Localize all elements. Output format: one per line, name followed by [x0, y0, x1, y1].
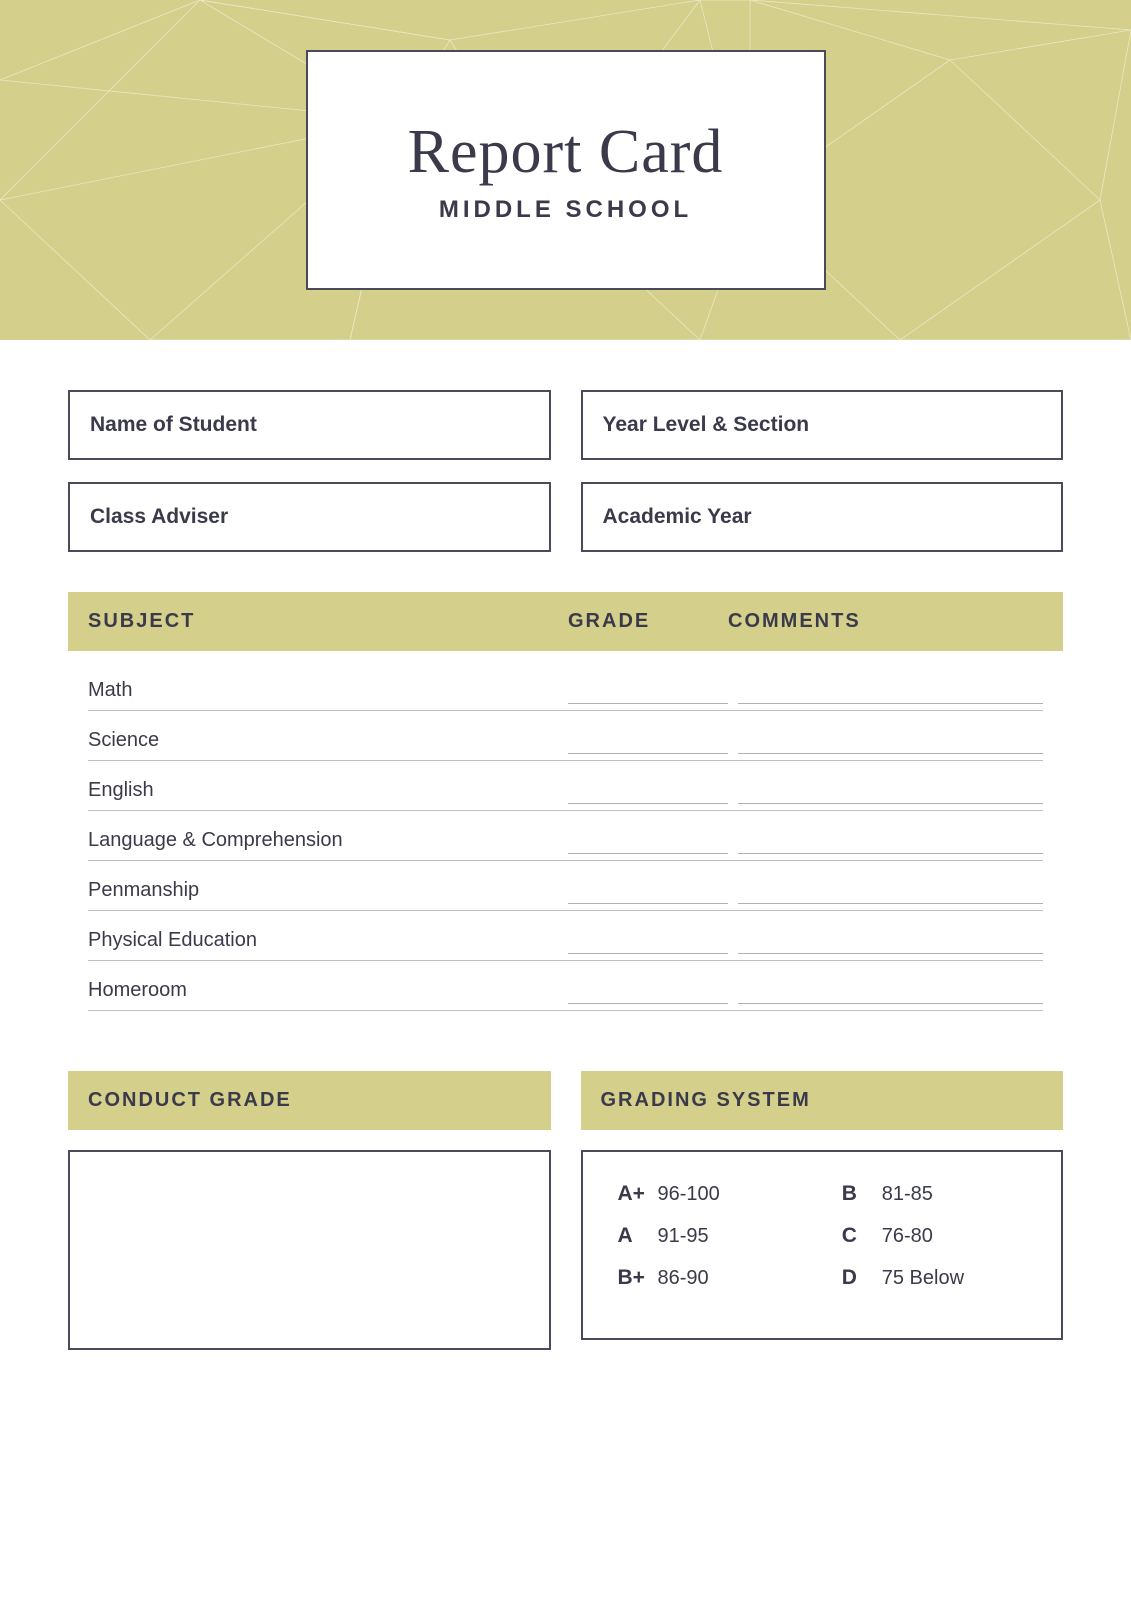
- grade-item-left: A+ 96-100: [618, 1182, 802, 1206]
- grade-item-right: D 75 Below: [842, 1266, 1026, 1290]
- year-level-field[interactable]: Year Level & Section: [581, 390, 1064, 460]
- subject-name: Science: [88, 729, 568, 754]
- comment-line[interactable]: [738, 884, 1043, 904]
- grading-section: GRADING SYSTEM A+ 96-100 B 81-85 A 91-95 C 76-8…: [581, 1071, 1064, 1350]
- student-name-field[interactable]: Name of Student: [68, 390, 551, 460]
- grading-row: A 91-95 C 76-80: [618, 1224, 1027, 1248]
- subject-row: Penmanship: [88, 861, 1043, 911]
- grade-range: 96-100: [658, 1183, 720, 1206]
- grade-range: 86-90: [658, 1267, 709, 1290]
- comment-line[interactable]: [738, 984, 1043, 1004]
- subject-name: Penmanship: [88, 879, 568, 904]
- main-content: Name of Student Year Level & Section Cla…: [0, 340, 1131, 1410]
- grade-item-right: B 81-85: [842, 1182, 1026, 1206]
- comment-line[interactable]: [738, 934, 1043, 954]
- report-card-title: Report Card: [408, 117, 724, 188]
- conduct-box[interactable]: [68, 1150, 551, 1350]
- grade-line[interactable]: [568, 684, 728, 704]
- grade-letter-2: B: [842, 1182, 870, 1206]
- grading-row: A+ 96-100 B 81-85: [618, 1182, 1027, 1206]
- subject-row: Science: [88, 711, 1043, 761]
- grading-box: A+ 96-100 B 81-85 A 91-95 C 76-80 B+ 86-90 D 75 Bel…: [581, 1150, 1064, 1340]
- comment-line[interactable]: [738, 834, 1043, 854]
- subject-name: Math: [88, 679, 568, 704]
- subject-name: Physical Education: [88, 929, 568, 954]
- grade-letter-2: C: [842, 1224, 870, 1248]
- grade-line[interactable]: [568, 734, 728, 754]
- col-grade: GRADE: [568, 610, 728, 633]
- grade-line[interactable]: [568, 784, 728, 804]
- conduct-section: CONDUCT GRADE: [68, 1071, 551, 1350]
- conduct-header: CONDUCT GRADE: [68, 1071, 551, 1130]
- subject-row: English: [88, 761, 1043, 811]
- grading-row: B+ 86-90 D 75 Below: [618, 1266, 1027, 1290]
- subject-row: Language & Comprehension: [88, 811, 1043, 861]
- grade-range: 91-95: [658, 1225, 709, 1248]
- subject-name: Homeroom: [88, 979, 568, 1004]
- grade-item-left: A 91-95: [618, 1224, 802, 1248]
- subject-name: Language & Comprehension: [88, 829, 568, 854]
- grade-letter: A+: [618, 1182, 646, 1206]
- subjects-table: Math Science English Language & Comprehensi…: [68, 651, 1063, 1021]
- academic-year-field[interactable]: Academic Year: [581, 482, 1064, 552]
- col-comments: COMMENTS: [728, 610, 1043, 633]
- comment-line[interactable]: [738, 734, 1043, 754]
- class-adviser-field[interactable]: Class Adviser: [68, 482, 551, 552]
- grade-letter: B+: [618, 1266, 646, 1290]
- subject-name: English: [88, 779, 568, 804]
- bottom-section: CONDUCT GRADE GRADING SYSTEM A+ 96-100 B 81…: [68, 1071, 1063, 1350]
- grade-letter: A: [618, 1224, 646, 1248]
- grade-item-left: B+ 86-90: [618, 1266, 802, 1290]
- grade-range-2: 75 Below: [882, 1267, 964, 1290]
- page-header: Report Card MIDDLE SCHOOL: [0, 0, 1131, 340]
- academic-year-label: Academic Year: [603, 505, 752, 529]
- grade-range-2: 76-80: [882, 1225, 933, 1248]
- grade-line[interactable]: [568, 834, 728, 854]
- grading-header: GRADING SYSTEM: [581, 1071, 1064, 1130]
- grade-range-2: 81-85: [882, 1183, 933, 1206]
- col-subject: SUBJECT: [88, 610, 568, 633]
- comment-line[interactable]: [738, 684, 1043, 704]
- year-level-label: Year Level & Section: [603, 413, 810, 437]
- grade-letter-2: D: [842, 1266, 870, 1290]
- grade-item-right: C 76-80: [842, 1224, 1026, 1248]
- subject-row: Physical Education: [88, 911, 1043, 961]
- grade-line[interactable]: [568, 934, 728, 954]
- table-header: SUBJECT GRADE COMMENTS: [68, 592, 1063, 651]
- comment-line[interactable]: [738, 784, 1043, 804]
- subject-row: Homeroom: [88, 961, 1043, 1011]
- grade-line[interactable]: [568, 884, 728, 904]
- info-row-1: Name of Student Year Level & Section: [68, 390, 1063, 460]
- info-row-2: Class Adviser Academic Year: [68, 482, 1063, 552]
- school-level-subtitle: MIDDLE SCHOOL: [439, 196, 692, 224]
- title-box: Report Card MIDDLE SCHOOL: [306, 50, 826, 290]
- grade-line[interactable]: [568, 984, 728, 1004]
- subject-row: Math: [88, 661, 1043, 711]
- student-name-label: Name of Student: [90, 413, 257, 437]
- class-adviser-label: Class Adviser: [90, 505, 228, 529]
